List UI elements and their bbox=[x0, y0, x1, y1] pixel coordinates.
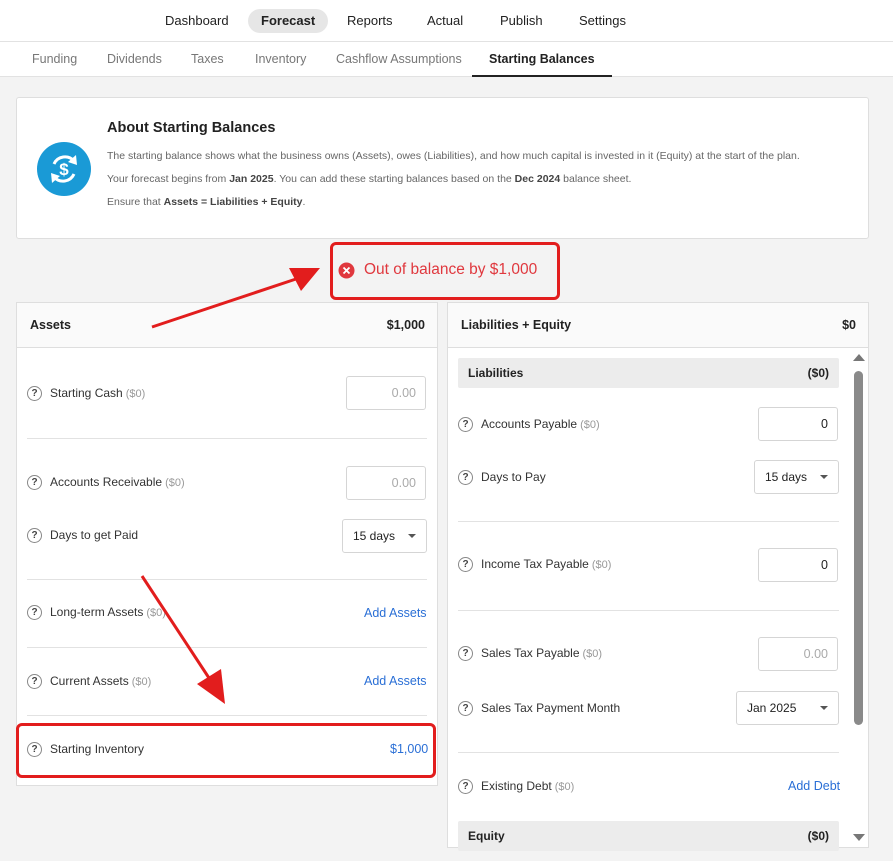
divider bbox=[27, 438, 427, 439]
liabilities-equity-header: Liabilities + Equity $0 bbox=[448, 303, 868, 348]
nav-actual[interactable]: Actual bbox=[414, 9, 476, 33]
tab-taxes[interactable]: Taxes bbox=[191, 42, 224, 77]
days-to-pay-label: Days to Pay bbox=[481, 470, 546, 484]
assets-title: Assets bbox=[30, 318, 71, 332]
chevron-down-icon bbox=[408, 534, 416, 538]
assets-header: Assets $1,000 bbox=[17, 303, 437, 348]
help-icon[interactable]: ? bbox=[27, 674, 42, 689]
long-term-assets-label: Long-term Assets ($0) bbox=[50, 605, 166, 619]
income-tax-payable-label: Income Tax Payable ($0) bbox=[481, 557, 612, 571]
nav-publish[interactable]: Publish bbox=[487, 9, 556, 33]
about-title: About Starting Balances bbox=[107, 120, 276, 136]
assets-total: $1,000 bbox=[386, 318, 425, 332]
about-card: $ About Starting Balances The starting b… bbox=[16, 97, 869, 239]
sales-tax-payment-month-label: Sales Tax Payment Month bbox=[481, 701, 621, 715]
about-line-2: Your forecast begins from Jan 2025. You … bbox=[107, 173, 632, 185]
accounts-receivable-label: Accounts Receivable ($0) bbox=[50, 475, 185, 489]
chevron-down-icon bbox=[820, 706, 828, 710]
equity-section-header: Equity ($0) bbox=[458, 821, 839, 851]
add-long-term-assets-link[interactable]: Add Assets bbox=[364, 606, 427, 620]
divider bbox=[27, 579, 427, 580]
help-icon[interactable]: ? bbox=[27, 475, 42, 490]
income-tax-payable-input[interactable]: 0 bbox=[758, 548, 838, 582]
days-to-get-paid-label: Days to get Paid bbox=[50, 528, 139, 542]
help-icon[interactable]: ? bbox=[458, 646, 473, 661]
add-current-assets-link[interactable]: Add Assets bbox=[364, 674, 427, 688]
equity-title: Equity bbox=[468, 829, 505, 843]
divider bbox=[458, 610, 839, 611]
liabilities-section-header: Liabilities ($0) bbox=[458, 358, 839, 388]
scrollbar-thumb[interactable] bbox=[854, 371, 863, 725]
days-to-get-paid-select[interactable]: 15 days bbox=[342, 519, 427, 553]
current-assets-label: Current Assets ($0) bbox=[50, 674, 152, 688]
tab-funding[interactable]: Funding bbox=[32, 42, 77, 77]
add-debt-link[interactable]: Add Debt bbox=[788, 779, 840, 793]
about-line-3: Ensure that Assets = Liabilities + Equit… bbox=[107, 196, 306, 208]
tab-dividends[interactable]: Dividends bbox=[107, 42, 162, 77]
tab-inventory[interactable]: Inventory bbox=[255, 42, 306, 77]
accounts-receivable-input[interactable]: 0.00 bbox=[346, 466, 426, 500]
divider bbox=[27, 647, 427, 648]
liabilities-title: Liabilities bbox=[468, 366, 524, 380]
annotation-inventory-highlight bbox=[16, 723, 436, 778]
help-icon[interactable]: ? bbox=[27, 605, 42, 620]
tab-starting-balances[interactable]: Starting Balances bbox=[472, 42, 612, 77]
tab-cashflow-assumptions[interactable]: Cashflow Assumptions bbox=[336, 42, 462, 77]
sales-tax-payment-month-select[interactable]: Jan 2025 bbox=[736, 691, 839, 725]
help-icon[interactable]: ? bbox=[458, 779, 473, 794]
sales-tax-payable-label: Sales Tax Payable ($0) bbox=[481, 646, 603, 660]
help-icon[interactable]: ? bbox=[458, 701, 473, 716]
nav-forecast[interactable]: Forecast bbox=[248, 9, 329, 33]
scroll-down-icon[interactable] bbox=[853, 834, 865, 841]
nav-settings[interactable]: Settings bbox=[566, 9, 639, 33]
accounts-payable-label: Accounts Payable ($0) bbox=[481, 417, 600, 431]
help-icon[interactable]: ? bbox=[458, 557, 473, 572]
error-icon bbox=[338, 262, 355, 279]
liabilities-equity-title: Liabilities + Equity bbox=[461, 318, 572, 332]
liabilities-total: ($0) bbox=[807, 366, 829, 380]
accounts-payable-input[interactable]: 0 bbox=[758, 407, 838, 441]
out-of-balance-message: Out of balance by $1,000 bbox=[364, 261, 538, 278]
help-icon[interactable]: ? bbox=[458, 417, 473, 432]
chevron-down-icon bbox=[820, 475, 828, 479]
help-icon[interactable]: ? bbox=[458, 470, 473, 485]
top-nav: Dashboard Forecast Reports Actual Publis… bbox=[0, 0, 893, 42]
dollar-cycle-icon: $ bbox=[37, 142, 91, 196]
scroll-up-icon[interactable] bbox=[853, 354, 865, 361]
starting-cash-input[interactable]: 0.00 bbox=[346, 376, 426, 410]
help-icon[interactable]: ? bbox=[27, 386, 42, 401]
nav-reports[interactable]: Reports bbox=[334, 9, 406, 33]
about-line-1: The starting balance shows what the busi… bbox=[107, 150, 800, 162]
svg-text:$: $ bbox=[59, 160, 69, 179]
help-icon[interactable]: ? bbox=[27, 528, 42, 543]
sub-nav: Funding Dividends Taxes Inventory Cashfl… bbox=[0, 42, 893, 77]
starting-cash-label: Starting Cash ($0) bbox=[50, 386, 146, 400]
sales-tax-payable-input[interactable]: 0.00 bbox=[758, 637, 838, 671]
liabilities-equity-total: $0 bbox=[842, 318, 856, 332]
divider bbox=[458, 521, 839, 522]
equity-total: ($0) bbox=[807, 829, 829, 843]
nav-dashboard[interactable]: Dashboard bbox=[152, 9, 242, 33]
days-to-pay-select[interactable]: 15 days bbox=[754, 460, 839, 494]
divider bbox=[27, 715, 427, 716]
divider bbox=[458, 752, 839, 753]
existing-debt-label: Existing Debt ($0) bbox=[481, 779, 575, 793]
